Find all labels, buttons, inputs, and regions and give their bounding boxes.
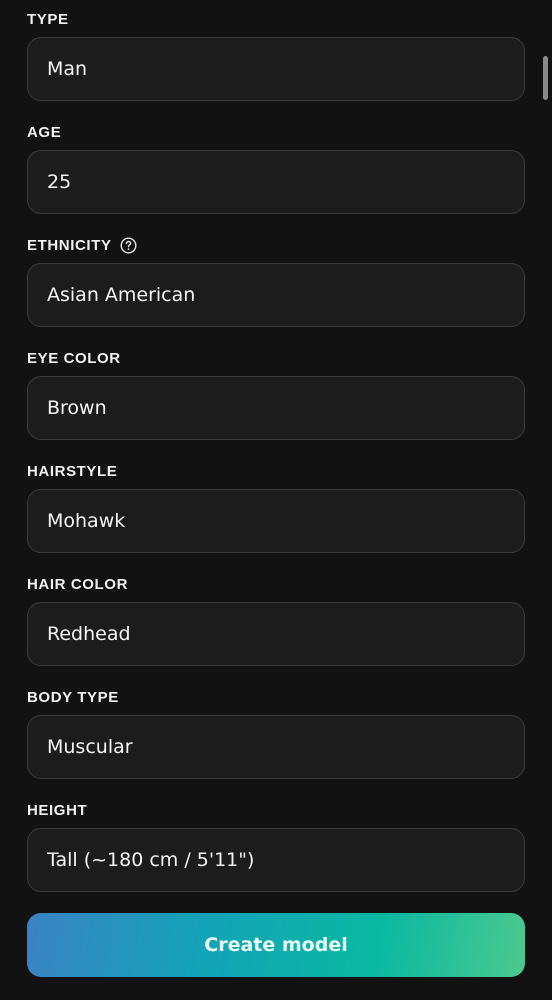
height-value: Tall (~180 cm / 5'11") [47,849,255,871]
create-model-button[interactable]: Create model [27,913,525,977]
type-value: Man [47,58,88,80]
eye-color-value: Brown [47,397,107,419]
hairstyle-select[interactable]: Mohawk [27,489,525,553]
height-select[interactable]: Tall (~180 cm / 5'11") [27,828,525,892]
ethnicity-label: ETHNICITY [27,236,112,254]
hair-color-select[interactable]: Redhead [27,602,525,666]
hair-color-value: Redhead [47,623,131,645]
body-type-value: Muscular [47,736,133,758]
age-field: AGE 25 [27,113,525,226]
type-field: TYPE Man [27,0,525,113]
hairstyle-label: HAIRSTYLE [27,462,118,480]
type-select[interactable]: Man [27,37,525,101]
body-type-select[interactable]: Muscular [27,715,525,779]
eye-color-select[interactable]: Brown [27,376,525,440]
eye-color-label-row: EYE COLOR [27,349,121,367]
height-label: HEIGHT [27,801,88,819]
ethnicity-value: Asian American [47,284,196,306]
eye-color-label: EYE COLOR [27,349,121,367]
question-circle-icon[interactable] [120,236,137,254]
type-label-row: TYPE [27,10,69,28]
age-input[interactable]: 25 [27,150,525,214]
age-label: AGE [27,123,62,141]
body-type-field: BODY TYPE Muscular [27,678,525,791]
body-type-label-row: BODY TYPE [27,688,119,706]
body-type-label: BODY TYPE [27,688,119,706]
hair-color-label: HAIR COLOR [27,575,128,593]
scrollbar-thumb[interactable] [543,56,548,100]
ethnicity-label-row: ETHNICITY [27,236,137,254]
age-value: 25 [47,171,72,193]
create-model-button-label: Create model [204,934,348,956]
model-form: TYPE Man AGE 25 ETHNICITY Asian American [27,0,525,904]
hairstyle-value: Mohawk [47,510,126,532]
hairstyle-label-row: HAIRSTYLE [27,462,117,480]
ethnicity-field: ETHNICITY Asian American [27,226,525,339]
ethnicity-select[interactable]: Asian American [27,263,525,327]
age-label-row: AGE [27,123,61,141]
height-label-row: HEIGHT [27,801,87,819]
type-label: TYPE [27,10,69,28]
hairstyle-field: HAIRSTYLE Mohawk [27,452,525,565]
height-field: HEIGHT Tall (~180 cm / 5'11") [27,791,525,904]
eye-color-field: EYE COLOR Brown [27,339,525,452]
hair-color-label-row: HAIR COLOR [27,575,128,593]
hair-color-field: HAIR COLOR Redhead [27,565,525,678]
